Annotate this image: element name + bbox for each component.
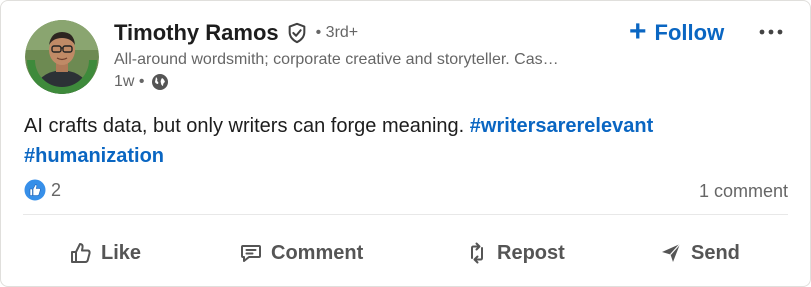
post-time: 1w • [114, 73, 145, 90]
author-avatar[interactable] [25, 20, 99, 94]
author-headline: All-around wordsmith; corporate creative… [114, 51, 559, 68]
follow-button[interactable]: + Follow [623, 15, 730, 51]
social-action-bar: Like Comment Repost Send [1, 231, 810, 275]
like-label: Like [101, 241, 142, 264]
connection-degree: • 3rd+ [315, 24, 359, 41]
post-meta: 1w • [114, 73, 169, 91]
repost-label: Repost [497, 241, 565, 264]
repost-icon [471, 242, 483, 264]
author-name[interactable]: Timothy Ramos [114, 20, 279, 46]
hashtag-link[interactable]: #humanization [24, 145, 164, 167]
like-button[interactable]: Like [69, 231, 141, 275]
reactions-summary[interactable]: 2 [23, 178, 61, 202]
follow-label: Follow [654, 20, 725, 45]
comment-button[interactable]: Comment [239, 231, 363, 275]
send-label: Send [691, 241, 740, 264]
post-body: AI crafts data, but only writers can for… [24, 111, 784, 171]
send-button[interactable]: Send [659, 231, 740, 275]
verified-shield-icon [286, 22, 308, 44]
comment-icon [241, 245, 261, 262]
like-reaction-icon [23, 178, 47, 202]
plus-icon: + [629, 14, 647, 48]
globe-icon [151, 73, 169, 91]
send-icon [662, 243, 681, 262]
repost-button[interactable]: Repost [465, 231, 565, 275]
feed-post-card: Timothy Ramos • 3rd+ All-around wordsmit… [0, 0, 811, 287]
author-name-row: Timothy Ramos • 3rd+ [114, 20, 358, 46]
more-options-button[interactable] [753, 17, 789, 47]
reaction-count: 2 [51, 179, 62, 200]
thumbs-up-icon [71, 243, 91, 263]
more-dots-icon [759, 29, 783, 35]
comment-label: Comment [271, 241, 364, 264]
divider [23, 214, 788, 215]
hashtag-link[interactable]: #writersarerelevant [470, 115, 653, 137]
post-text: AI crafts data, but only writers can for… [24, 115, 470, 137]
comments-count-link[interactable]: 1 comment [699, 181, 788, 202]
